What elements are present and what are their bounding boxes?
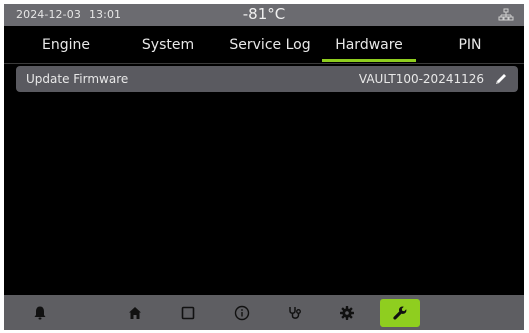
tab-divider	[4, 63, 524, 64]
nav-settings[interactable]	[334, 301, 360, 325]
home-icon	[129, 307, 141, 319]
tab-bar: Engine System Service Log Hardware PIN	[4, 26, 524, 64]
nav-alarms[interactable]	[27, 301, 53, 325]
tab-pin[interactable]: PIN	[422, 26, 518, 64]
temperature-readout: -81°C	[242, 5, 286, 23]
firmware-version: VAULT100-20241126	[358, 72, 484, 86]
nav-service[interactable]	[282, 301, 308, 325]
bottom-nav-bar	[4, 295, 524, 330]
nav-hardware[interactable]	[380, 299, 420, 327]
setting-label: Update Firmware	[26, 72, 129, 86]
tab-label: Hardware	[335, 37, 403, 53]
wrench-icon	[393, 306, 407, 320]
nav-info[interactable]	[229, 301, 255, 325]
tab-service-log[interactable]: Service Log	[222, 26, 318, 64]
network-icon	[498, 8, 514, 21]
stethoscope-icon	[289, 307, 301, 319]
device-screen: 2024-12-03 13:01 -81°C Engine System Serv…	[4, 4, 524, 330]
status-bar: 2024-12-03 13:01 -81°C	[4, 4, 524, 26]
nav-home[interactable]	[122, 301, 148, 325]
square-icon	[181, 306, 195, 320]
nav-square[interactable]	[175, 301, 201, 325]
bell-icon	[34, 306, 46, 320]
tab-label: Engine	[42, 37, 90, 53]
tab-label: System	[141, 37, 195, 53]
update-firmware-row[interactable]: Update Firmware VAULT100-20241126	[16, 66, 518, 92]
tab-label: PIN	[458, 37, 482, 53]
tab-engine[interactable]: Engine	[18, 26, 114, 64]
edit-icon[interactable]	[494, 72, 508, 86]
tab-system[interactable]: System	[120, 26, 216, 64]
tab-label: Service Log	[229, 37, 311, 53]
info-icon	[234, 305, 250, 321]
gear-icon	[340, 306, 354, 320]
tab-hardware[interactable]: Hardware	[318, 26, 420, 64]
